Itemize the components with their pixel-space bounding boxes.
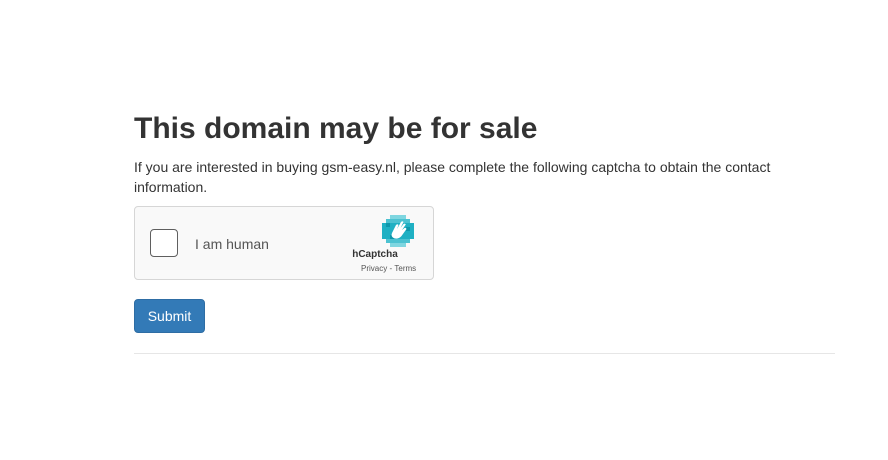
terms-link[interactable]: Terms: [394, 264, 416, 274]
links-separator: -: [389, 264, 393, 273]
divider: [134, 353, 835, 354]
hcaptcha-widget: I am human hCaptcha Privacy - Terms: [134, 206, 434, 280]
page-description: If you are interested in buying gsm-easy…: [134, 159, 771, 195]
captcha-checkbox[interactable]: [150, 229, 178, 257]
submit-button[interactable]: Submit: [134, 299, 205, 333]
hcaptcha-brand: hCaptcha: [352, 249, 398, 260]
hcaptcha-links: Privacy - Terms: [361, 264, 416, 274]
captcha-label: I am human: [195, 236, 269, 252]
page-title: This domain may be for sale: [134, 112, 538, 145]
privacy-link[interactable]: Privacy: [361, 264, 387, 274]
hcaptcha-logo-icon: [382, 215, 414, 247]
